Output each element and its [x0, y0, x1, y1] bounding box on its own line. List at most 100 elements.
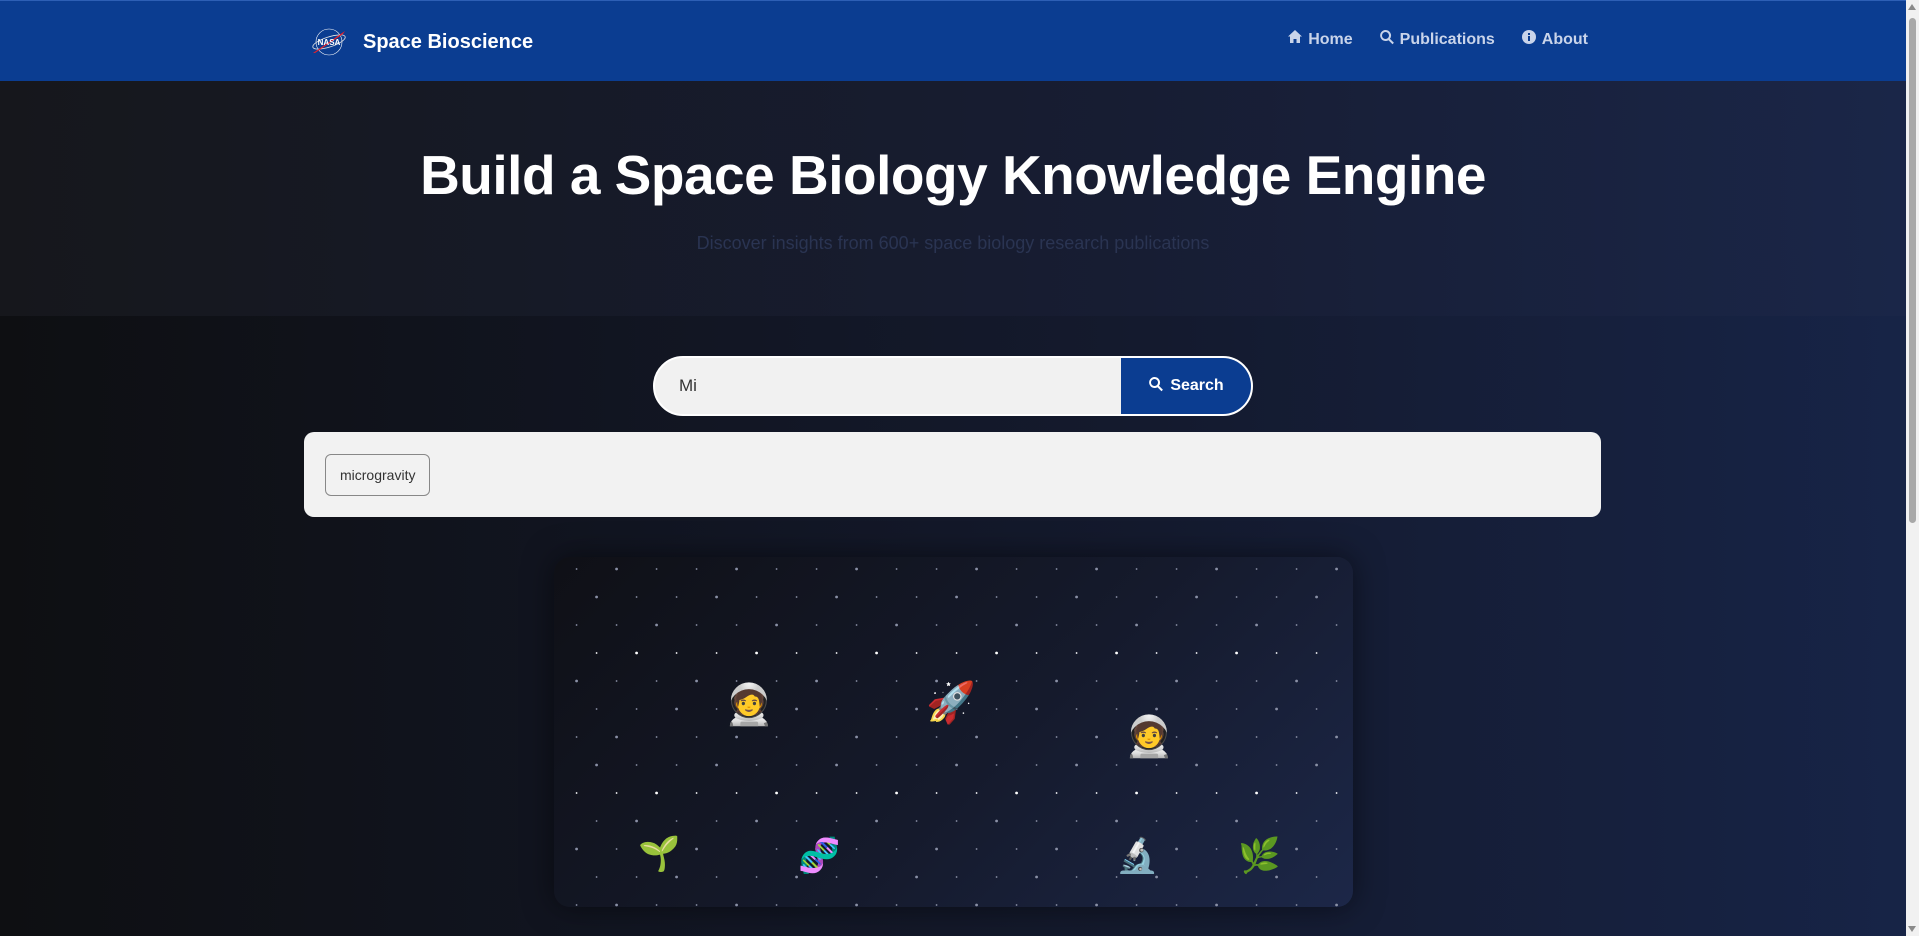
star-dot	[875, 876, 878, 878]
star-dot	[1255, 791, 1258, 795]
star-dot	[1295, 679, 1298, 683]
brand-link[interactable]: NASA Space Bioscience	[309, 23, 533, 61]
search-button-label: Search	[1170, 377, 1224, 394]
star-dot	[1235, 596, 1238, 598]
star-dot	[835, 763, 838, 767]
star-dot	[735, 792, 738, 794]
star-dot	[955, 820, 958, 822]
home-icon	[1287, 29, 1303, 50]
star-dot	[615, 567, 618, 571]
star-dot	[575, 568, 578, 570]
star-dot	[1215, 792, 1218, 794]
nav-about-link[interactable]: About	[1521, 29, 1588, 50]
star-dot	[1335, 792, 1338, 794]
star-dot	[1235, 819, 1238, 823]
star-dot	[835, 652, 838, 654]
star-dot	[775, 680, 778, 682]
star-dot	[1095, 792, 1098, 794]
star-dot	[1195, 652, 1198, 654]
star-dot	[935, 736, 938, 738]
hero-title: Build a Space Biology Knowledge Engine	[420, 144, 1486, 206]
star-dot	[975, 567, 978, 571]
scroll-up-icon[interactable]	[1908, 4, 1916, 10]
star-dot	[835, 820, 838, 822]
star-dot	[735, 735, 738, 739]
star-dot	[755, 819, 758, 823]
star-dot	[1215, 848, 1218, 850]
star-dot	[1275, 707, 1278, 711]
star-dot	[1135, 680, 1138, 682]
scrollbar-thumb[interactable]	[1909, 18, 1916, 523]
star-dot	[1335, 680, 1338, 682]
star-dot	[1295, 792, 1298, 794]
star-dot	[655, 904, 658, 906]
star-dot	[715, 820, 718, 822]
star-dot	[775, 904, 778, 906]
star-dot	[715, 652, 718, 654]
star-dot	[815, 736, 818, 738]
star-dot	[1075, 652, 1078, 654]
star-dot	[815, 568, 818, 570]
star-dot	[575, 792, 578, 794]
suggestion-chip[interactable]: microgravity	[325, 454, 431, 496]
star-dot	[895, 791, 898, 795]
star-dot	[875, 651, 878, 655]
star-dot	[1315, 876, 1318, 878]
star-dot	[655, 680, 658, 682]
star-dot	[1295, 847, 1298, 851]
star-dot	[1175, 904, 1178, 906]
star-dot	[675, 596, 678, 598]
star-dot	[815, 624, 818, 626]
star-dot	[775, 791, 778, 795]
star-dot	[715, 708, 718, 710]
star-dot	[595, 595, 598, 599]
star-dot	[595, 876, 598, 878]
star-dot	[1055, 736, 1058, 738]
star-dot	[735, 624, 738, 626]
star-dot	[935, 568, 938, 570]
star-dot	[1015, 568, 1018, 570]
star-dot	[1235, 708, 1238, 710]
star-dot	[795, 875, 798, 879]
nav-home-link[interactable]: Home	[1287, 29, 1353, 50]
search-input[interactable]	[655, 358, 1121, 414]
star-dot	[1175, 624, 1178, 626]
search-bar: Search	[653, 356, 1253, 416]
star-dot	[1255, 904, 1258, 906]
page-scrollbar[interactable]	[1906, 0, 1919, 936]
star-dot	[615, 848, 618, 850]
star-dot	[1095, 680, 1098, 682]
search-icon	[1148, 376, 1164, 397]
star-dot	[1315, 763, 1318, 767]
star-dot	[895, 848, 898, 850]
star-dot	[1115, 708, 1118, 710]
scroll-down-icon[interactable]	[1908, 926, 1916, 932]
star-dot	[1155, 764, 1158, 766]
star-dot	[1175, 568, 1178, 570]
star-dot	[1115, 596, 1118, 598]
star-dot	[935, 904, 938, 906]
star-dot	[1175, 679, 1178, 683]
star-dot	[635, 708, 638, 710]
star-dot	[995, 876, 998, 878]
star-dot	[955, 652, 958, 654]
star-dot	[875, 708, 878, 710]
star-dot	[1135, 568, 1138, 570]
star-dot	[1195, 876, 1198, 878]
star-dot	[655, 623, 658, 627]
nasa-logo-icon: NASA	[309, 25, 349, 59]
star-dot	[1095, 624, 1098, 626]
star-dot	[655, 568, 658, 570]
star-dot	[915, 820, 918, 822]
star-dot	[1095, 735, 1098, 739]
star-dot	[1195, 820, 1198, 822]
search-button[interactable]: Search	[1121, 358, 1251, 414]
star-dot	[975, 735, 978, 739]
star-dot	[1015, 791, 1018, 795]
star-dot	[935, 624, 938, 626]
star-dot	[975, 624, 978, 626]
nav-publications-link[interactable]: Publications	[1379, 29, 1495, 50]
star-dot	[1335, 903, 1338, 907]
star-dot	[1115, 651, 1118, 655]
star-dot	[715, 763, 718, 767]
